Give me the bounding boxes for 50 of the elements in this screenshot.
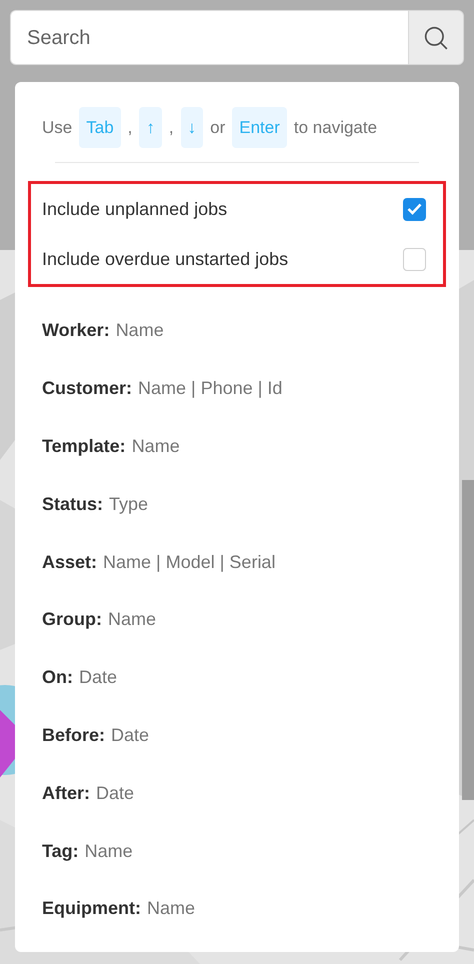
filter-key: Worker: <box>42 317 110 344</box>
hint-text: , <box>168 116 174 139</box>
option-row[interactable]: Include overdue unstarted jobs <box>31 234 443 284</box>
key-hint: Tab <box>79 107 121 148</box>
search-field[interactable]: Search <box>10 10 408 65</box>
filter-option[interactable]: Worker: Name <box>42 302 432 360</box>
filter-key: Tag: <box>42 838 79 865</box>
filter-key: Status: <box>42 490 104 518</box>
search-button[interactable] <box>408 10 464 65</box>
filter-hint: Name | Model | Serial <box>103 550 276 574</box>
filter-option[interactable]: After: Date <box>42 764 432 822</box>
search-icon <box>423 24 449 50</box>
filter-hint: Date <box>79 666 118 690</box>
filter-key: After: <box>42 780 90 807</box>
checkbox[interactable] <box>403 198 426 220</box>
filter-option[interactable]: Asset: Name | Model | Serial <box>42 533 432 591</box>
filter-option[interactable]: Status: Type <box>42 475 432 534</box>
filter-key: Equipment: <box>42 895 141 922</box>
key-hint: Enter <box>232 107 287 148</box>
filter-key: On: <box>42 664 73 692</box>
filter-hint: Name <box>116 319 164 342</box>
filter-key: Template: <box>42 432 126 460</box>
key-hint: ↑ <box>139 107 162 148</box>
filter-hint: Date <box>96 782 134 805</box>
filter-key: Group: <box>42 606 102 634</box>
checkbox[interactable] <box>403 248 426 270</box>
filter-hint: Name <box>132 434 180 458</box>
hint-text: or <box>210 116 226 139</box>
filter-hint: Date <box>111 724 150 747</box>
filter-option[interactable]: Before: Date <box>42 706 432 764</box>
filter-hint: Type <box>109 492 148 516</box>
key-hint: ↓ <box>180 107 204 148</box>
hint-text: to navigate <box>294 116 378 139</box>
filter-option[interactable]: Tag: Name <box>42 822 432 880</box>
filter-key: Customer: <box>42 375 132 402</box>
hint-text: , <box>128 116 132 139</box>
hint-text: Use <box>42 116 72 139</box>
filter-key: Before: <box>42 722 106 749</box>
filter-hint: Name <box>84 840 133 863</box>
check-icon <box>407 203 422 215</box>
filter-option[interactable]: On: Date <box>42 648 432 707</box>
option-row[interactable]: Include unplanned jobs <box>31 184 443 234</box>
filter-hint: Name | Phone | Id <box>138 377 282 400</box>
filter-hint: Name <box>108 608 156 632</box>
filter-option[interactable]: Group: Name <box>42 590 432 649</box>
filter-option[interactable]: Equipment: Name <box>42 880 432 938</box>
filter-option[interactable]: Template: Name <box>42 418 432 476</box>
filter-key: Asset: <box>42 548 98 576</box>
filter-hint: Name <box>147 897 196 920</box>
filter-option[interactable]: Customer: Name | Phone | Id <box>42 360 432 418</box>
